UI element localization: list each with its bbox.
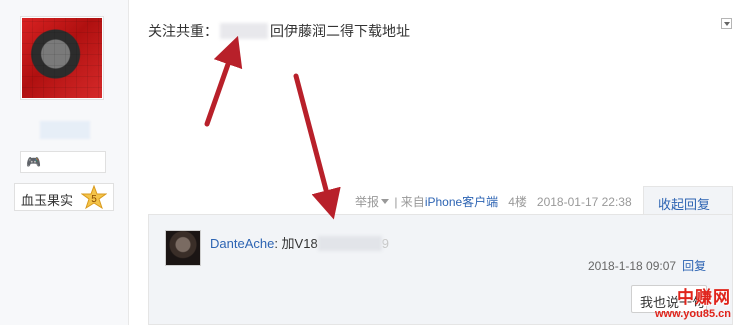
post-options-dropdown[interactable] [721, 18, 732, 29]
reply-content: DanteAche: 加V18 9 [210, 233, 389, 252]
avatar-image [22, 18, 102, 98]
reply-timestamp: 2018-1-18 09:07 [588, 259, 677, 273]
site-watermark: 中赚网 www.you85.cn [636, 289, 731, 325]
source-client-link[interactable]: iPhone客户端 [425, 195, 498, 209]
reply-text: : 加V18 [274, 236, 318, 251]
post-content: 关注共重： 回伊藤润二得下载地址 [148, 21, 410, 41]
reply-text-tail: 9 [381, 236, 389, 251]
redacted-text [317, 236, 382, 251]
watermark-url: www.you85.cn [654, 308, 731, 320]
collapse-replies-label: 收起回复 [658, 197, 711, 212]
user-panel: 🎮 血玉果实 5 [0, 0, 129, 325]
source-prefix: | 来自 [394, 195, 425, 209]
badge-label: 血玉果实 [21, 193, 74, 208]
reply-avatar[interactable] [165, 230, 201, 266]
username-blurred[interactable] [40, 121, 90, 139]
redacted-text [220, 23, 268, 39]
gamepad-icon: 🎮 [26, 155, 41, 169]
floor-number: 4楼 [508, 195, 527, 209]
badge-level: 5 [91, 194, 97, 205]
post-timestamp: 2018-01-17 22:38 [536, 195, 632, 209]
post-meta: 举报 | 来自iPhone客户端 4楼 2018-01-17 22:38 [355, 193, 632, 210]
reply-meta: 2018-1-18 09:07 回复 [588, 257, 706, 274]
star-level-icon: 5 [81, 185, 107, 210]
report-link[interactable]: 举报 [355, 195, 379, 209]
reply-username-link[interactable]: DanteAche [210, 236, 274, 251]
reply-link[interactable]: 回复 [682, 259, 706, 273]
post-text-suffix: 回伊藤润二得下载地址 [270, 23, 410, 39]
watermark-cn: 中赚网 [677, 288, 731, 307]
arrow-to-redacted-contact [204, 35, 243, 127]
level-indicator: 🎮 [20, 151, 106, 173]
user-avatar[interactable] [20, 16, 104, 100]
chevron-down-icon[interactable] [381, 199, 390, 204]
member-badge[interactable]: 血玉果实 5 [14, 183, 114, 211]
post-text-prefix: 关注共重： [148, 23, 218, 39]
collapse-replies-tab[interactable]: 收起回复 [643, 186, 733, 216]
arrow-to-reply [293, 73, 341, 220]
